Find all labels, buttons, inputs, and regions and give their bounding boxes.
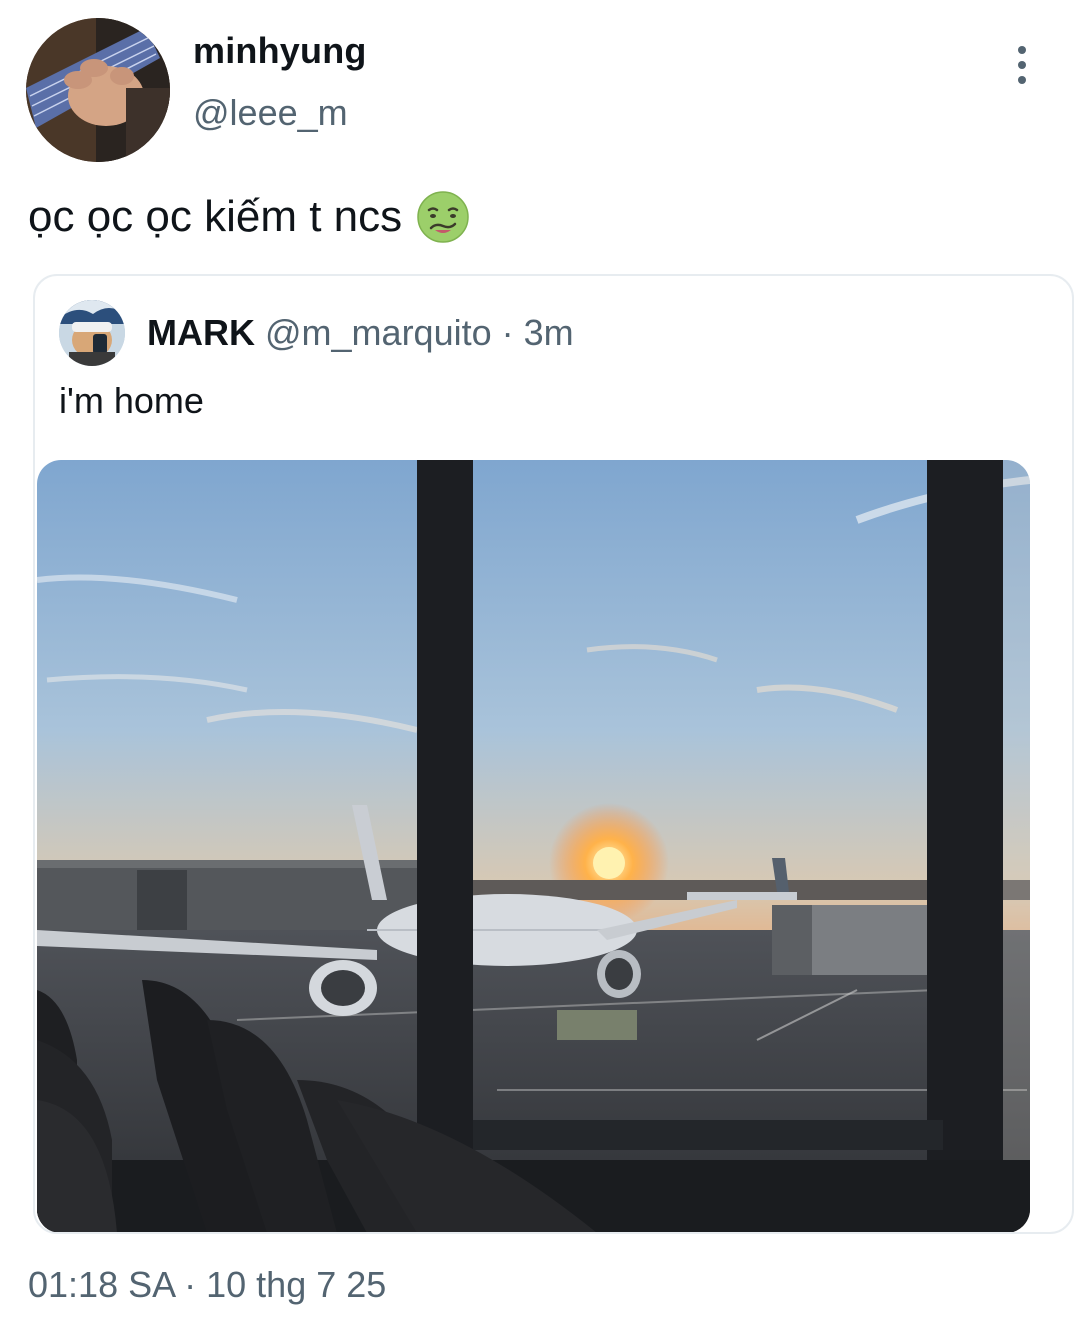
quoted-author-display-name[interactable]: MARK — [147, 312, 255, 353]
quoted-media-photo[interactable] — [37, 460, 1030, 1232]
more-vertical-icon[interactable] — [1000, 40, 1044, 90]
airport-sunset-photo — [37, 460, 1030, 1232]
tweet-timestamp[interactable]: 01:18 SA · 10 thg 7 25 — [28, 1264, 386, 1306]
author-avatar[interactable] — [26, 18, 170, 162]
more-dot — [1018, 46, 1026, 54]
quoted-author-avatar[interactable] — [59, 300, 125, 366]
quoted-time[interactable]: 3m — [524, 312, 574, 353]
nauseated-face-emoji — [417, 191, 469, 243]
quoted-tweet-text: i'm home — [59, 380, 204, 421]
more-dot — [1018, 76, 1026, 84]
quoted-tweet-header: MARK @m_marquito · 3m — [147, 312, 574, 354]
more-dot — [1018, 61, 1026, 69]
quoted-separator: · — [501, 312, 514, 353]
author-avatar-image — [26, 18, 170, 162]
quoted-tweet-card[interactable]: MARK @m_marquito · 3m i'm home — [33, 274, 1074, 1234]
author-handle[interactable]: @leee_m — [193, 92, 348, 134]
tweet-body: ọc ọc ọc kiếm t ncs — [28, 190, 470, 244]
quoted-author-handle[interactable]: @m_marquito — [265, 312, 492, 353]
quoted-author-avatar-image — [59, 300, 125, 366]
tweet-text: ọc ọc ọc kiếm t ncs — [28, 192, 403, 241]
author-display-name[interactable]: minhyung — [193, 30, 367, 72]
